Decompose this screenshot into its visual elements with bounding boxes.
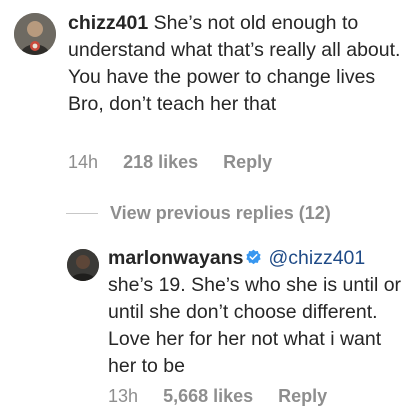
view-replies-label: View previous replies (12) [110, 202, 331, 223]
reply-likes[interactable]: 5,668 likes [163, 386, 253, 406]
reply-avatar[interactable] [67, 249, 99, 281]
reply-body: marlonwayans @chizz401 she’s 19. She’s w… [108, 245, 406, 380]
comment-body: chizz401 She’s not old enough to underst… [68, 10, 403, 118]
comment-likes[interactable]: 218 likes [123, 152, 198, 172]
reply-timestamp: 13h [108, 386, 139, 406]
replies-divider-line [66, 212, 98, 214]
view-previous-replies-button[interactable]: View previous replies (12) [66, 201, 331, 225]
comment-username[interactable]: chizz401 [68, 12, 148, 34]
reply-meta: 13h 5,668 likes Reply [108, 386, 347, 407]
avatar[interactable] [14, 13, 56, 55]
comments-thread: chizz401 She’s not old enough to underst… [0, 0, 416, 414]
reply-mention-link[interactable]: @chizz401 [268, 247, 365, 269]
reply-reply-button[interactable]: Reply [278, 386, 327, 406]
comment-meta: 14h 218 likes Reply [68, 152, 292, 173]
reply-username[interactable]: marlonwayans [108, 247, 243, 269]
reply-text: she’s 19. She’s who she is until or unti… [108, 274, 402, 377]
comment-timestamp: 14h [68, 152, 99, 172]
verified-badge-icon [245, 249, 262, 266]
comment-reply-button[interactable]: Reply [223, 152, 272, 172]
